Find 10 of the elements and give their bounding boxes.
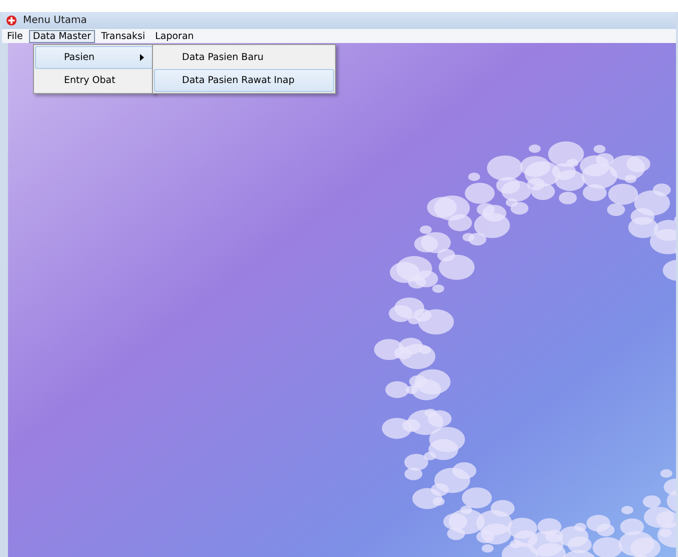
menu-item[interactable]: Pasien	[35, 46, 153, 69]
menu-item[interactable]: Data Pasien Baru	[154, 46, 334, 69]
cross-icon	[6, 15, 17, 26]
menu-item[interactable]: Entry Obat	[35, 69, 153, 92]
menu-item[interactable]: Transaksi	[97, 30, 150, 42]
window-title: Menu Utama	[23, 15, 87, 26]
menu-item[interactable]: Data Pasien Rawat Inap	[154, 69, 334, 92]
menu-item[interactable]: File	[3, 30, 27, 42]
menu-item[interactable]: Laporan	[151, 30, 198, 42]
menu-item[interactable]: Data Master	[28, 30, 96, 42]
